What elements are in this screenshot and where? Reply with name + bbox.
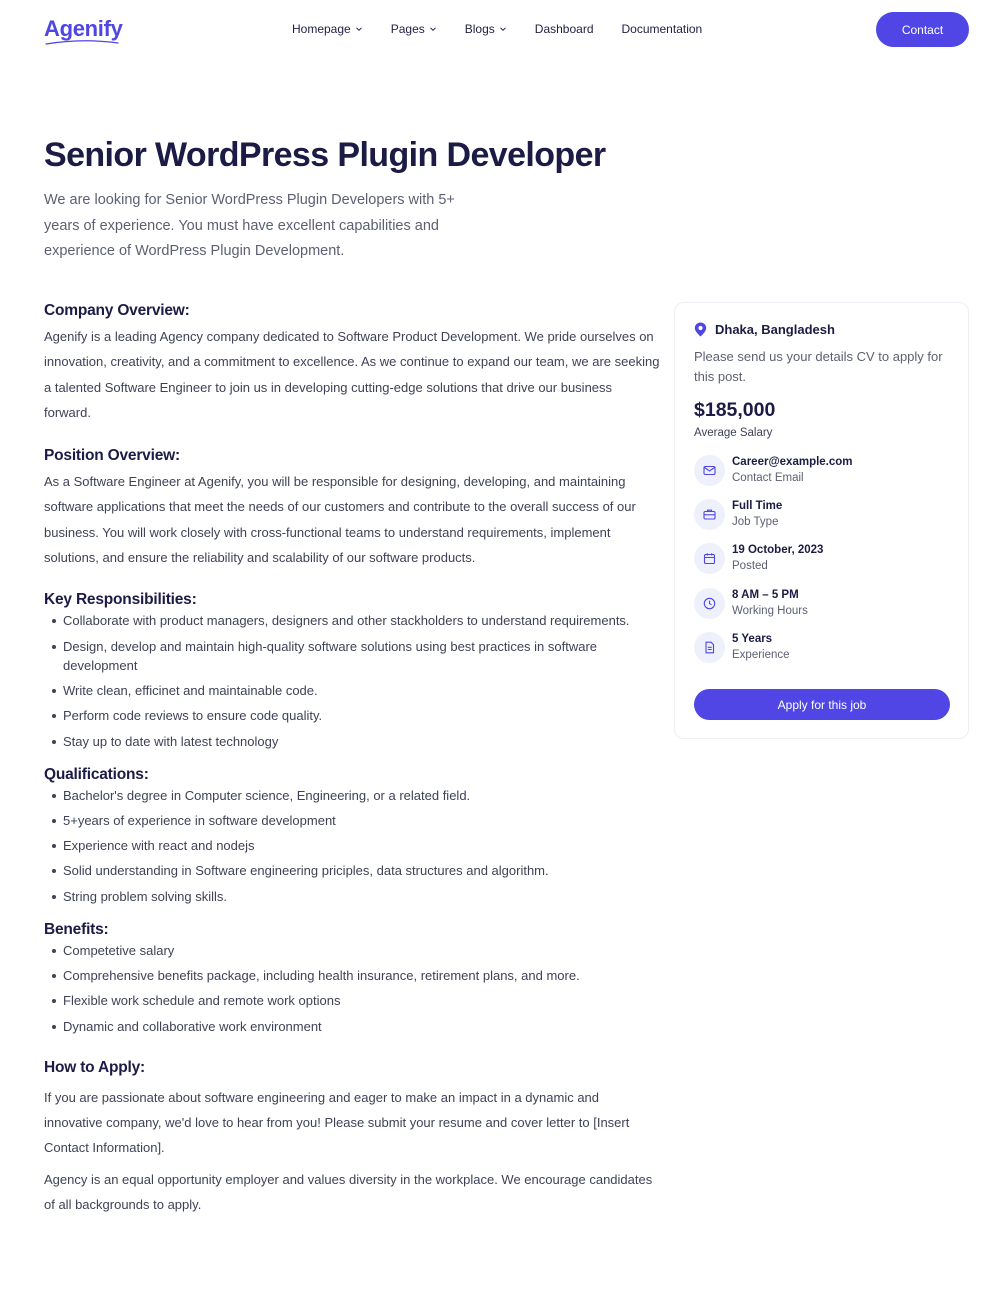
info-text: 8 AM – 5 PM Working Hours	[732, 588, 808, 619]
list-item: 5+years of experience in software develo…	[44, 811, 660, 830]
info-label: Posted	[732, 560, 768, 572]
info-value: 19 October, 2023	[732, 544, 824, 556]
info-value: Full Time	[732, 500, 783, 512]
info-label: Working Hours	[732, 605, 808, 617]
list-item: Write clean, efficinet and maintainable …	[44, 681, 660, 700]
benefits-list: Competetive salary Comprehensive benefit…	[44, 941, 660, 1036]
info-text: Full Time Job Type	[732, 499, 782, 530]
section-text: If you are passionate about software eng…	[44, 1089, 630, 1156]
contact-button[interactable]: Contact	[876, 12, 969, 47]
mail-icon	[694, 455, 725, 486]
info-value: 8 AM – 5 PM	[732, 589, 799, 601]
document-icon	[694, 632, 725, 663]
info-label: Job Type	[732, 516, 779, 528]
menu-item-blogs[interactable]: Blogs	[465, 22, 507, 36]
list-item: Collaborate with product managers, desig…	[44, 611, 660, 630]
benefits-section: Benefits: Competetive salary Comprehensi…	[44, 921, 660, 1036]
list-item: Comprehensive benefits package, includin…	[44, 966, 660, 985]
salary-value: $185,000	[694, 399, 776, 421]
menu-item-pages[interactable]: Pages	[391, 22, 437, 36]
top-navbar: Agenify Homepage Pages Blogs Dashboard D…	[0, 0, 1000, 60]
location-text: Dhaka, Bangladesh	[715, 322, 835, 337]
chevron-down-icon	[355, 27, 362, 32]
menu-item-label: Pages	[390, 22, 425, 36]
info-row-posted: 19 October, 2023 Posted	[694, 543, 823, 574]
apply-button[interactable]: Apply for this job	[694, 689, 950, 720]
how-to-apply-section: How to Apply: If you are passionate abou…	[44, 1059, 660, 1217]
section-text: Agenify is a leading Agency company dedi…	[44, 329, 660, 420]
salary-label: Average Salary	[694, 427, 773, 439]
list-item: Bachelor's degree in Computer science, E…	[44, 786, 660, 805]
list-item: Dynamic and collaborative work environme…	[44, 1017, 660, 1036]
menu-item-documentation[interactable]: Documentation	[622, 22, 703, 36]
info-text: Career@example.com Contact Email	[732, 455, 853, 486]
menu-item-label: Documentation	[621, 22, 703, 36]
section-heading: Position Overview:	[44, 447, 180, 465]
info-row-email: Career@example.com Contact Email	[694, 455, 853, 486]
page-description: We are looking for Senior WordPress Plug…	[44, 192, 455, 259]
section-heading: Qualifications:	[44, 765, 149, 783]
info-text: 19 October, 2023 Posted	[732, 543, 823, 574]
chevron-down-icon	[429, 27, 436, 32]
list-item: Experience with react and nodejs	[44, 836, 660, 855]
job-summary-card: Dhaka, Bangladesh Please send us your de…	[674, 302, 969, 739]
logo-underline-icon	[45, 40, 119, 45]
info-label: Experience	[732, 649, 790, 661]
list-item: String problem solving skills.	[44, 887, 660, 906]
info-label: Contact Email	[732, 472, 804, 484]
main-menu: Homepage Pages Blogs Dashboard Documenta…	[292, 22, 730, 36]
company-overview-section: Company Overview: Agenify is a leading A…	[44, 302, 660, 425]
section-text: Agency is an equal opportunity employer …	[44, 1171, 653, 1212]
card-description: Please send us your details CV to apply …	[694, 349, 943, 384]
info-row-working-hours: 8 AM – 5 PM Working Hours	[694, 588, 808, 619]
section-heading: Key Responsibilities:	[44, 591, 197, 609]
list-item: Perform code reviews to ensure code qual…	[44, 706, 660, 725]
map-pin-icon	[694, 322, 707, 337]
location-row: Dhaka, Bangladesh	[694, 322, 835, 337]
position-overview-section: Position Overview: As a Software Enginee…	[44, 447, 660, 570]
calendar-icon	[694, 543, 725, 574]
list-item: Competetive salary	[44, 941, 660, 960]
briefcase-icon	[694, 499, 725, 530]
info-row-job-type: Full Time Job Type	[694, 499, 782, 530]
menu-item-dashboard[interactable]: Dashboard	[535, 22, 594, 36]
info-row-experience: 5 Years Experience	[694, 632, 790, 663]
chevron-down-icon	[499, 27, 506, 32]
list-item: Stay up to date with latest technology	[44, 732, 660, 751]
section-heading: Benefits:	[44, 920, 109, 938]
info-text: 5 Years Experience	[732, 632, 790, 663]
info-value: 5 Years	[732, 633, 773, 645]
menu-item-label: Homepage	[292, 22, 351, 36]
menu-item-homepage[interactable]: Homepage	[292, 22, 363, 36]
job-description: Company Overview: Agenify is a leading A…	[44, 302, 660, 1217]
qualifications-list: Bachelor's degree in Computer science, E…	[44, 786, 660, 906]
list-item: Flexible work schedule and remote work o…	[44, 991, 660, 1010]
menu-item-label: Blogs	[464, 22, 495, 36]
list-item: Design, develop and maintain high-qualit…	[44, 637, 660, 675]
page-title: Senior WordPress Plugin Developer	[44, 136, 606, 174]
responsibilities-list: Collaborate with product managers, desig…	[44, 611, 660, 750]
list-item: Solid understanding in Software engineer…	[44, 861, 660, 880]
responsibilities-section: Key Responsibilities: Collaborate with p…	[44, 591, 660, 750]
section-text: As a Software Engineer at Agenify, you w…	[44, 474, 636, 566]
qualifications-section: Qualifications: Bachelor's degree in Com…	[44, 766, 660, 906]
menu-item-label: Dashboard	[534, 22, 594, 36]
clock-icon	[694, 588, 725, 619]
section-heading: How to Apply:	[44, 1058, 146, 1076]
section-heading: Company Overview:	[44, 302, 190, 319]
info-value[interactable]: Career@example.com	[732, 455, 853, 470]
